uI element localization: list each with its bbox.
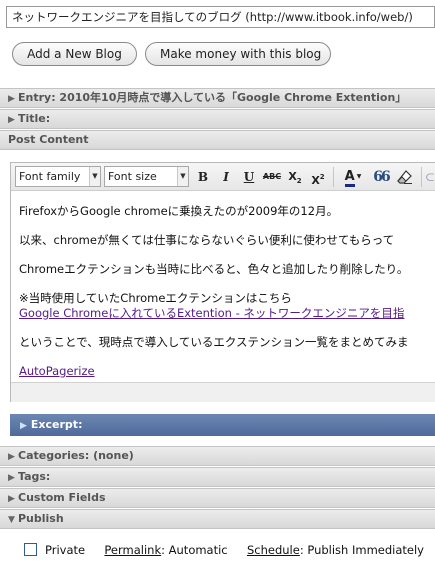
- font-size-select[interactable]: Font size ▼: [104, 166, 189, 187]
- expand-arrow-icon: ▶: [8, 452, 15, 462]
- expand-arrow-icon: ▶: [20, 421, 27, 431]
- publish-panel-label: Publish: [18, 512, 64, 525]
- chevron-down-icon: ▼: [89, 167, 100, 186]
- font-size-value: Font size: [108, 170, 157, 183]
- entry-panel-label: Entry: 2010年10月時点で導入している「Google Chrome E…: [18, 91, 407, 104]
- post-link[interactable]: AutoPagerize: [19, 364, 95, 378]
- chevron-down-icon: ▼: [356, 173, 362, 180]
- tags-panel-header[interactable]: ▶ Tags:: [0, 467, 435, 487]
- title-panel-label: Title:: [18, 112, 51, 125]
- post-content-header: Post Content: [0, 130, 435, 150]
- superscript-button[interactable]: X2: [308, 167, 328, 187]
- categories-panel-header[interactable]: ▶ Categories: (none): [0, 446, 435, 466]
- bold-button[interactable]: B: [193, 167, 213, 187]
- permalink-link[interactable]: Permalink: [104, 543, 161, 557]
- rich-text-editor: Font family ▼ Font size ▼ B I U ABC X2 X…: [10, 162, 435, 402]
- editor-toolbar: Font family ▼ Font size ▼ B I U ABC X2 X…: [11, 163, 435, 191]
- toolbar-divider: [333, 167, 334, 187]
- expand-arrow-icon: ▶: [8, 494, 15, 504]
- eraser-icon: [397, 170, 412, 184]
- strikethrough-button[interactable]: ABC: [262, 167, 282, 187]
- toolbar-divider: [421, 167, 422, 187]
- subscript-letter: X: [288, 170, 297, 183]
- superscript-letter: X: [311, 174, 320, 187]
- expand-arrow-icon: ▶: [8, 94, 15, 104]
- post-paragraph: 以来、chromeが無くては仕事にならないぐらい便利に使わせてもらって: [19, 233, 395, 247]
- link-icon[interactable]: ⊂⊃: [425, 167, 435, 187]
- post-paragraph: ※当時使用していたChromeエクテンションはこちら Google Chrome…: [19, 291, 435, 321]
- collapse-arrow-icon: ▼: [8, 515, 15, 525]
- font-family-select[interactable]: Font family ▼: [15, 166, 101, 187]
- schedule-link[interactable]: Schedule: [247, 543, 300, 557]
- excerpt-panel-label: Excerpt:: [30, 418, 83, 431]
- expand-arrow-icon: ▶: [8, 115, 15, 125]
- custom-fields-panel-label: Custom Fields: [18, 491, 106, 504]
- make-money-button[interactable]: Make money with this blog: [145, 42, 331, 66]
- schedule-value: : Publish Immediately: [299, 543, 424, 557]
- subscript-mark: 2: [296, 177, 302, 185]
- entry-panel-header[interactable]: ▶ Entry: 2010年10月時点で導入している「Google Chrome …: [0, 88, 435, 108]
- post-link[interactable]: Google Chromeに入れているExtention - ネットワークエンジ…: [19, 306, 435, 321]
- blockquote-button[interactable]: 66: [371, 167, 391, 187]
- subscript-button[interactable]: X2: [285, 167, 305, 187]
- post-paragraph: ということで、現時点で導入しているエクステンション一覧をまとめてみま: [19, 335, 409, 349]
- post-paragraph: AutoPagerize: [19, 364, 435, 379]
- excerpt-panel-header[interactable]: ▶ Excerpt:: [10, 414, 435, 436]
- permalink-value: : Automatic: [161, 543, 228, 557]
- title-panel-header[interactable]: ▶ Title:: [0, 109, 435, 129]
- editor-statusbar: [11, 382, 435, 402]
- post-content-label: Post Content: [8, 133, 89, 146]
- italic-button[interactable]: I: [216, 167, 236, 187]
- post-paragraph: Chromeエクテンションも当時に比べると、色々と追加したり削除したり。: [19, 262, 409, 276]
- private-checkbox[interactable]: [24, 543, 37, 556]
- tags-panel-label: Tags:: [18, 470, 51, 483]
- publish-options: Private Permalink: Automatic Schedule: P…: [24, 542, 424, 558]
- chevron-down-icon: ▼: [177, 167, 188, 186]
- custom-fields-panel-header[interactable]: ▶ Custom Fields: [0, 488, 435, 508]
- expand-arrow-icon: ▶: [8, 473, 15, 483]
- categories-panel-label: Categories: (none): [18, 449, 134, 462]
- url-field[interactable]: ネットワークエンジニアを目指してのブログ (http://www.itbook.…: [6, 6, 435, 28]
- post-paragraph: FirefoxからGoogle chromeに乗換えたのが2009年の12月。: [19, 204, 339, 218]
- font-color-icon: A: [344, 170, 355, 187]
- add-new-blog-button[interactable]: Add a New Blog: [12, 42, 137, 66]
- publish-panel-header[interactable]: ▼ Publish: [0, 509, 435, 529]
- editor-content-area[interactable]: FirefoxからGoogle chromeに乗換えたのが2009年の12月。 …: [11, 192, 435, 382]
- underline-button[interactable]: U: [239, 167, 259, 187]
- superscript-mark: 2: [319, 173, 325, 181]
- font-color-button[interactable]: A ▼: [339, 167, 367, 187]
- post-paragraph-text: ※当時使用していたChromeエクテンションはこちら: [19, 291, 292, 305]
- private-label: Private: [45, 543, 86, 557]
- eraser-button[interactable]: [395, 167, 415, 187]
- font-family-value: Font family: [19, 170, 81, 183]
